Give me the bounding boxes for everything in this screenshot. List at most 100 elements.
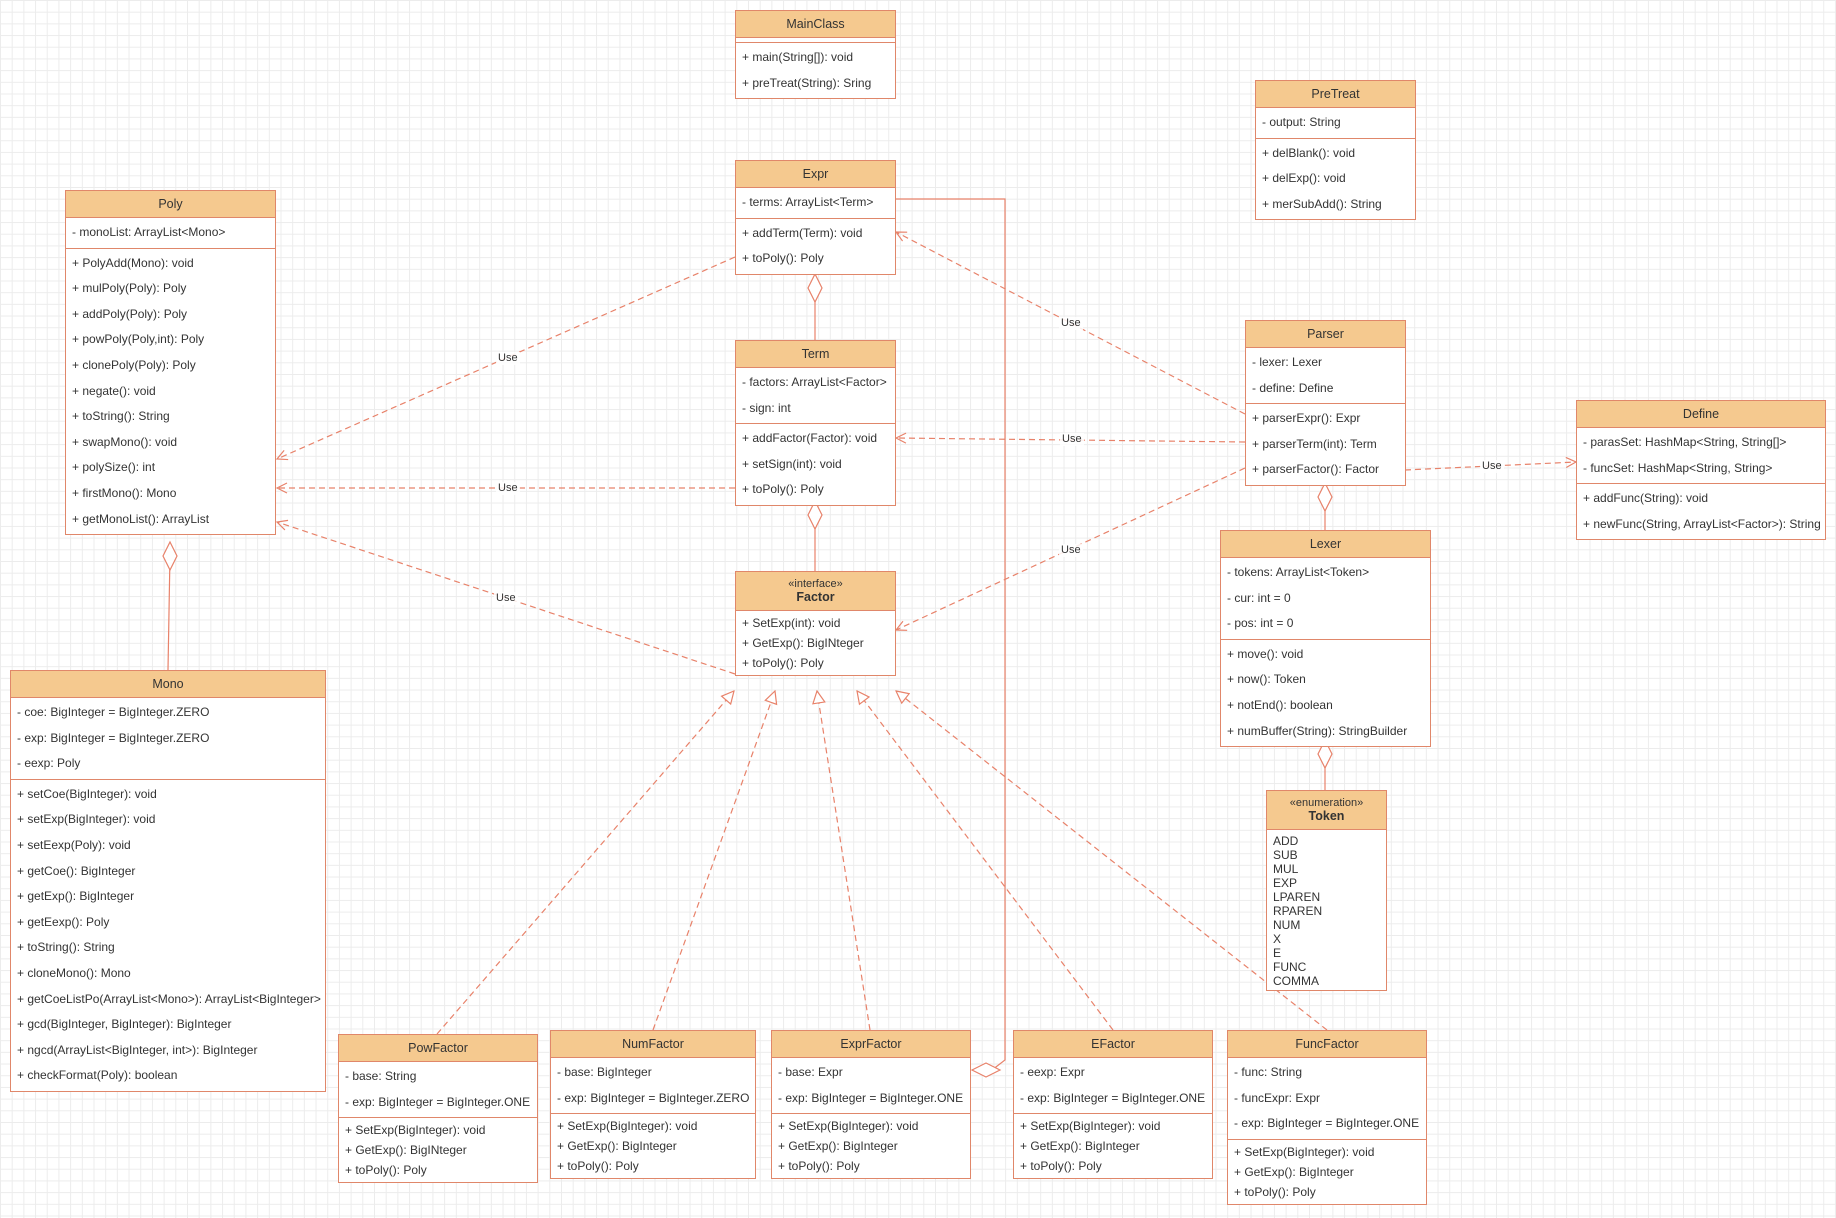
class-mono-method: + setCoe(BigInteger): void <box>17 786 157 801</box>
class-exprfactor[interactable]: ExprFactor - base: Expr - exp: BigIntege… <box>771 1030 971 1180</box>
class-exprfactor-method: + SetExp(BigInteger): void <box>778 1119 919 1134</box>
enum-token-value: E <box>1273 946 1282 960</box>
class-powfactor-method: + SetExp(BigInteger): void <box>345 1123 486 1138</box>
class-mono-method: + getCoe(): BigInteger <box>17 863 136 878</box>
enum-token[interactable]: «enumeration» Token ADD SUB MUL EXP LPAR… <box>1266 790 1387 991</box>
class-poly[interactable]: Poly - monoList: ArrayList<Mono> + PolyA… <box>65 190 276 536</box>
class-poly-method: + toString(): String <box>72 409 170 424</box>
class-parser-attributes: - lexer: Lexer - define: Define <box>1246 348 1405 405</box>
class-powfactor-attributes: - base: String - exp: BigInteger = BigIn… <box>339 1062 537 1119</box>
class-poly-methods: + PolyAdd(Mono): void + mulPoly(Poly): P… <box>66 249 275 535</box>
class-mono-method: + setEexp(Poly): void <box>17 837 131 852</box>
class-powfactor-attribute: - exp: BigInteger = BigInteger.ONE <box>345 1094 531 1109</box>
class-mainclass-method: + preTreat(String): Sring <box>742 75 872 90</box>
class-poly-method: + negate(): void <box>72 383 156 398</box>
edge-label-parser-factor: Use <box>1059 544 1083 557</box>
class-exprfactor-attribute: - base: Expr <box>778 1065 843 1079</box>
class-parser-methods: + parserExpr(): Expr + parserTerm(int): … <box>1246 404 1405 485</box>
class-parser-name: Parser <box>1246 321 1405 348</box>
class-pretreat-name: PreTreat <box>1256 81 1415 108</box>
class-define-attribute: - funcSet: HashMap<String, String> <box>1583 460 1773 475</box>
class-expr-method: + addTerm(Term): void <box>742 225 863 240</box>
class-funcfactor-attribute: - func: String <box>1234 1065 1303 1079</box>
class-term-attributes: - factors: ArrayList<Factor> - sign: int <box>736 368 895 425</box>
class-define-attribute: - parasSet: HashMap<String, String[]> <box>1583 435 1787 449</box>
class-powfactor[interactable]: PowFactor - base: String - exp: BigInteg… <box>338 1034 538 1184</box>
class-lexer-method: + move(): void <box>1227 646 1304 661</box>
class-parser-attribute: - define: Define <box>1252 380 1334 395</box>
class-define-methods: + addFunc(String): void + newFunc(String… <box>1577 484 1825 539</box>
enum-token-header: «enumeration» Token <box>1267 791 1386 830</box>
class-exprfactor-method: + toPoly(): Poly <box>778 1159 860 1174</box>
enum-token-value: X <box>1273 932 1282 946</box>
class-mono-method: + setExp(BigInteger): void <box>17 812 156 827</box>
class-term-method: + setSign(int): void <box>742 456 842 471</box>
class-efactor-attributes: - eexp: Expr - exp: BigInteger = BigInte… <box>1014 1058 1212 1115</box>
class-term-method: + toPoly(): Poly <box>742 482 824 497</box>
class-poly-method: + mulPoly(Poly): Poly <box>72 281 187 296</box>
class-mono-attributes: - coe: BigInteger = BigInteger.ZERO - ex… <box>11 698 325 780</box>
class-poly-method: + powPoly(Poly,int): Poly <box>72 332 205 347</box>
edge-efactor-factor <box>857 691 1114 1031</box>
class-efactor-method: + toPoly(): Poly <box>1020 1159 1102 1174</box>
interface-factor-method: + GetExp(): BigINteger <box>742 636 864 650</box>
edge-expr-exprfactor <box>896 198 1006 1071</box>
class-lexer[interactable]: Lexer - tokens: ArrayList<Token> - cur: … <box>1220 530 1431 748</box>
class-mono-methods: + setCoe(BigInteger): void + setExp(BigI… <box>11 780 325 1091</box>
edge-label-factor-poly: Use <box>494 592 518 605</box>
class-expr-name: Expr <box>736 161 895 188</box>
class-mono-method: + toString(): String <box>17 940 115 955</box>
class-numfactor-method: + toPoly(): Poly <box>557 1159 639 1174</box>
class-poly-method: + firstMono(): Mono <box>72 485 177 500</box>
enum-token-value: FUNC <box>1273 960 1307 974</box>
enum-token-name: Token <box>1308 809 1345 823</box>
interface-factor[interactable]: «interface» Factor + SetExp(int): void +… <box>735 571 896 676</box>
class-numfactor-attributes: - base: BigInteger - exp: BigInteger = B… <box>551 1058 755 1115</box>
class-exprfactor-attributes: - base: Expr - exp: BigInteger = BigInte… <box>772 1058 970 1115</box>
aggregation-diamond-parser <box>1317 481 1333 513</box>
class-mono-method: + cloneMono(): Mono <box>17 965 131 980</box>
class-numfactor-method: + GetExp(): BigInteger <box>557 1139 677 1154</box>
class-parser-method: + parserExpr(): Expr <box>1252 411 1361 426</box>
class-poly-name: Poly <box>66 191 275 218</box>
class-efactor[interactable]: EFactor - eexp: Expr - exp: BigInteger =… <box>1013 1030 1213 1180</box>
class-parser[interactable]: Parser - lexer: Lexer - define: Define +… <box>1245 320 1406 486</box>
aggregation-diamond-poly <box>162 540 178 572</box>
class-numfactor[interactable]: NumFactor - base: BigInteger - exp: BigI… <box>550 1030 756 1180</box>
aggregation-diamond-exprfactor <box>970 1062 1002 1078</box>
enum-token-value: SUB <box>1273 848 1298 862</box>
interface-factor-method: + toPoly(): Poly <box>742 656 824 670</box>
class-term-methods: + addFactor(Factor): void + setSign(int)… <box>736 424 895 505</box>
class-poly-method: + polySize(): int <box>72 460 156 475</box>
class-define[interactable]: Define - parasSet: HashMap<String, Strin… <box>1576 400 1826 541</box>
class-funcfactor[interactable]: FuncFactor - func: String - funcExpr: Ex… <box>1227 1030 1427 1205</box>
class-parser-method: + parserFactor(): Factor <box>1252 462 1380 477</box>
class-lexer-method: + notEnd(): boolean <box>1227 697 1333 712</box>
edge-powfactor-factor <box>436 691 734 1035</box>
class-poly-method: + addPoly(Poly): Poly <box>72 306 188 321</box>
interface-factor-name: Factor <box>796 590 835 604</box>
enum-token-value: NUM <box>1273 918 1301 932</box>
class-funcfactor-attribute: - funcExpr: Expr <box>1234 1090 1321 1105</box>
class-mono-method: + getEexp(): Poly <box>17 914 110 929</box>
class-lexer-name: Lexer <box>1221 531 1430 558</box>
class-pretreat[interactable]: PreTreat - output: String + delBlank(): … <box>1255 80 1416 221</box>
enum-token-value: RPAREN <box>1273 904 1323 918</box>
class-pretreat-method: + delBlank(): void <box>1262 145 1356 160</box>
enum-token-value: COMMA <box>1273 974 1319 988</box>
class-term-method: + addFactor(Factor): void <box>742 431 878 446</box>
class-numfactor-method: + SetExp(BigInteger): void <box>557 1119 698 1134</box>
enum-token-value: ADD <box>1273 834 1299 848</box>
class-mono-method: + getExp(): BigInteger <box>17 889 135 904</box>
class-mono[interactable]: Mono - coe: BigInteger = BigInteger.ZERO… <box>10 670 326 1092</box>
class-term[interactable]: Term - factors: ArrayList<Factor> - sign… <box>735 340 896 506</box>
class-funcfactor-method: + toPoly(): Poly <box>1234 1184 1316 1199</box>
class-mainclass[interactable]: MainClass + main(String[]): void + preTr… <box>735 10 896 100</box>
class-efactor-methods: + SetExp(BigInteger): void + GetExp(): B… <box>1014 1114 1212 1178</box>
class-pretreat-method: + delExp(): void <box>1262 171 1346 186</box>
class-efactor-name: EFactor <box>1014 1031 1212 1058</box>
class-funcfactor-method: + GetExp(): BigInteger <box>1234 1164 1354 1179</box>
class-parser-attribute: - lexer: Lexer <box>1252 355 1323 369</box>
class-expr[interactable]: Expr - terms: ArrayList<Term> + addTerm(… <box>735 160 896 275</box>
class-efactor-method: + GetExp(): BigInteger <box>1020 1139 1140 1154</box>
